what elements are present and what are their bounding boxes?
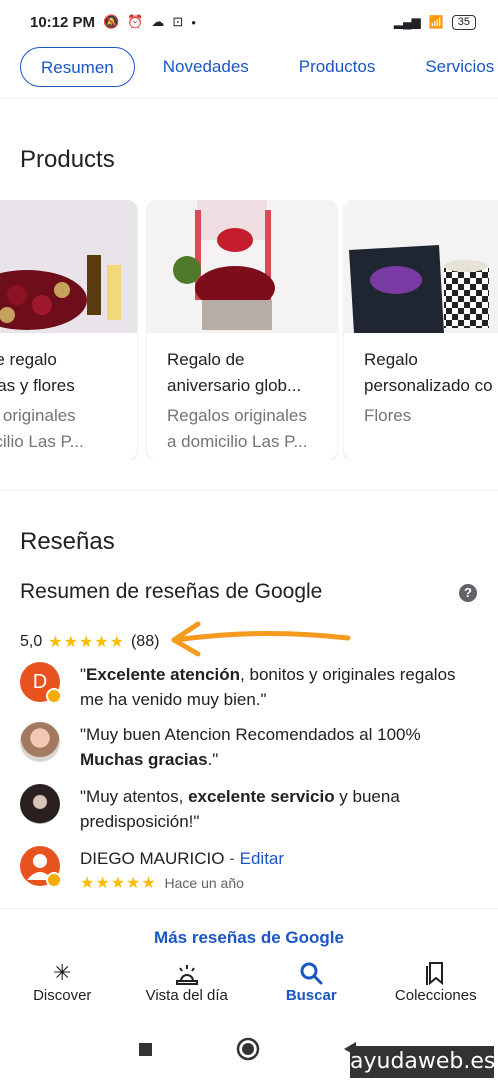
battery-icon: 35 — [452, 15, 476, 30]
nav-vista-del-dia[interactable]: Vista del día — [125, 955, 250, 1017]
avatar: D — [20, 662, 60, 702]
tab-productos[interactable]: Productos — [269, 47, 396, 87]
nav-colecciones[interactable]: Colecciones — [374, 955, 498, 1017]
product-card[interactable]: Regalo de aniversario glob... Regalos or… — [147, 200, 337, 460]
divider — [0, 908, 498, 909]
own-review[interactable]: DIEGO MAURICIO - Editar ★★★★★ Hace un añ… — [20, 846, 480, 896]
product-title: personalizado co — [364, 373, 498, 399]
bell-off-icon: 🔕 — [103, 14, 119, 30]
product-category: Flores — [364, 403, 498, 429]
more-reviews-link[interactable]: Más reseñas de Google — [0, 928, 498, 948]
signal-icon: ▂▄▆ — [394, 15, 421, 29]
products-title: Products — [20, 146, 115, 174]
rating-value: 5,0 — [20, 633, 42, 651]
avatar — [20, 722, 60, 762]
alarm-icon: ⏰ — [127, 14, 143, 30]
nav-discover[interactable]: ✳ Discover — [0, 955, 125, 1017]
vpn-icon: ⊡ — [172, 14, 183, 30]
product-category: omicilio Las P... — [0, 429, 117, 455]
avatar — [20, 846, 60, 886]
bookmarks-icon — [422, 959, 450, 987]
review-text: "Muy buen Atencion Recomendados al 100% … — [80, 722, 480, 772]
recents-icon[interactable] — [139, 1043, 152, 1056]
product-title: Regalo — [364, 347, 498, 373]
avatar — [20, 784, 60, 824]
review-item[interactable]: D "Excelente atención, bonitos y origina… — [20, 662, 480, 712]
product-card[interactable]: ta de regalo Rosas y flores alos origina… — [0, 200, 137, 460]
nav-buscar[interactable]: Buscar — [249, 955, 374, 1017]
review-item[interactable]: "Muy atentos, excelente servicio y buena… — [20, 784, 480, 834]
product-category: a domicilio Las P... — [167, 429, 317, 455]
review-text: "Excelente atención, bonitos y originale… — [80, 662, 480, 712]
reviews-title: Reseñas — [20, 528, 115, 556]
review-text: "Muy atentos, excelente servicio y buena… — [80, 784, 480, 834]
product-title: aniversario glob... — [167, 373, 317, 399]
status-bar: 10:12 PM 🔕 ⏰ ☁ ⊡ • ▂▄▆ 📶 35 — [0, 0, 498, 44]
product-image — [344, 200, 498, 333]
tab-novedades[interactable]: Novedades — [135, 47, 269, 87]
tab-resumen[interactable]: Resumen — [20, 47, 135, 87]
tab-servicios[interactable]: Servicios — [395, 47, 498, 87]
product-title: Rosas y flores — [0, 373, 117, 399]
asterisk-icon: ✳ — [53, 959, 71, 987]
product-image — [0, 200, 137, 333]
tab-bar: Resumen Novedades Productos Servicios — [20, 46, 498, 88]
wifi-icon: 📶 — [429, 15, 444, 29]
help-icon[interactable]: ? — [459, 584, 477, 602]
divider — [0, 490, 498, 491]
sunrise-icon — [173, 959, 201, 987]
dot-icon: • — [191, 15, 196, 30]
search-icon — [297, 959, 325, 987]
local-guide-badge-icon — [46, 688, 62, 704]
local-guide-badge-icon — [46, 872, 62, 888]
review-item[interactable]: "Muy buen Atencion Recomendados al 100% … — [20, 722, 480, 772]
edit-link[interactable]: Editar — [240, 849, 284, 868]
review-time: Hace un año — [165, 875, 244, 891]
cloud-icon: ☁ — [151, 14, 164, 30]
bottom-nav: ✳ Discover Vista del día Buscar Coleccio… — [0, 955, 498, 1017]
product-image — [147, 200, 337, 333]
review-stars: ★★★★★ — [80, 875, 157, 892]
reviewer-name: DIEGO MAURICIO — [80, 849, 225, 868]
divider — [0, 98, 498, 99]
status-time: 10:12 PM — [30, 14, 95, 31]
reviews-summary-title: Resumen de reseñas de Google — [20, 580, 322, 604]
products-carousel[interactable]: ta de regalo Rosas y flores alos origina… — [0, 200, 498, 460]
product-card[interactable]: Regalo personalizado co Flores — [344, 200, 498, 460]
arrow-annotation-icon — [168, 618, 358, 658]
rating-summary[interactable]: 5,0 ★★★★★ (88) — [20, 632, 159, 652]
product-category: Regalos originales — [167, 403, 317, 429]
rating-count: (88) — [131, 633, 159, 651]
watermark: ayudaweb.es — [350, 1046, 494, 1078]
product-title: ta de regalo — [0, 347, 117, 373]
rating-stars: ★★★★★ — [48, 632, 125, 652]
product-title: Regalo de — [167, 347, 317, 373]
product-category: alos originales — [0, 403, 117, 429]
